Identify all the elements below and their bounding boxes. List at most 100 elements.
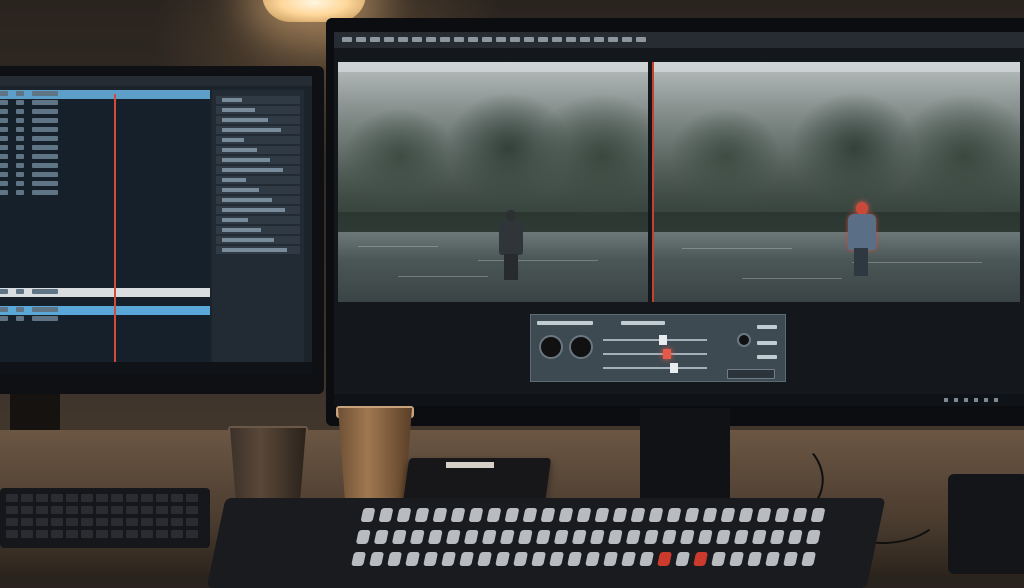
key[interactable] — [51, 518, 63, 526]
video-preview-graded[interactable] — [652, 62, 1020, 302]
mixer-knob[interactable] — [531, 552, 547, 566]
key[interactable] — [6, 518, 18, 526]
menu-item[interactable] — [594, 37, 604, 42]
key[interactable] — [6, 530, 18, 538]
mixer-knob[interactable] — [414, 508, 430, 522]
menu-item[interactable] — [636, 37, 646, 42]
mixer-knob[interactable] — [801, 552, 817, 566]
video-preview-original[interactable] — [338, 62, 648, 302]
mixer-knob[interactable] — [355, 530, 371, 544]
mixer-knob[interactable] — [720, 508, 736, 522]
table-row[interactable] — [0, 90, 210, 99]
property-row[interactable] — [216, 196, 300, 204]
table-row[interactable] — [0, 162, 210, 171]
key[interactable] — [96, 530, 108, 538]
property-row[interactable] — [216, 126, 300, 134]
key[interactable] — [156, 506, 168, 514]
mixer-knob[interactable] — [405, 552, 421, 566]
slider-icon[interactable] — [669, 363, 678, 373]
key[interactable] — [66, 506, 78, 514]
menu-item[interactable] — [538, 37, 548, 42]
menu-item[interactable] — [510, 37, 520, 42]
table-row[interactable] — [0, 189, 210, 198]
key[interactable] — [66, 494, 78, 502]
mixer-knob[interactable] — [738, 508, 754, 522]
mixer-knob[interactable] — [459, 552, 475, 566]
key[interactable] — [66, 530, 78, 538]
property-row[interactable] — [216, 106, 300, 114]
mixer-knob[interactable] — [697, 530, 713, 544]
mixer-knob[interactable] — [567, 552, 583, 566]
property-row[interactable] — [216, 136, 300, 144]
mixer-knob[interactable] — [351, 552, 367, 566]
mixer-knob[interactable] — [666, 508, 682, 522]
menu-item[interactable] — [342, 37, 352, 42]
menu-item[interactable] — [370, 37, 380, 42]
mixer-knob[interactable] — [499, 530, 515, 544]
menu-item[interactable] — [482, 37, 492, 42]
mixer-knob[interactable] — [783, 552, 799, 566]
mixer-knob[interactable] — [495, 552, 511, 566]
key[interactable] — [21, 518, 33, 526]
key[interactable] — [126, 518, 138, 526]
key[interactable] — [141, 518, 153, 526]
property-row[interactable] — [216, 236, 300, 244]
mixer-knob[interactable] — [747, 552, 763, 566]
taskbar-icon[interactable] — [964, 398, 968, 402]
mixer-knob[interactable] — [558, 508, 574, 522]
mixer-knob[interactable] — [715, 530, 731, 544]
table-row[interactable] — [0, 198, 210, 207]
mixer-knob[interactable] — [445, 530, 461, 544]
mixer-knob[interactable] — [378, 508, 394, 522]
mixer-knob[interactable] — [423, 552, 439, 566]
mixer-knob[interactable] — [549, 552, 565, 566]
key[interactable] — [81, 506, 93, 514]
mixer-knob[interactable] — [675, 552, 691, 566]
control-surface[interactable] — [206, 498, 886, 588]
knob-icon[interactable] — [569, 335, 593, 359]
mixer-knob[interactable] — [733, 530, 749, 544]
mixer-knob[interactable] — [774, 508, 790, 522]
table-row[interactable] — [0, 171, 210, 180]
mixer-knob[interactable] — [805, 530, 821, 544]
mixer-knob[interactable] — [409, 530, 425, 544]
mixer-knob[interactable] — [369, 552, 385, 566]
timeline-playhead[interactable] — [114, 94, 116, 374]
key[interactable] — [96, 494, 108, 502]
slider-icon[interactable] — [659, 335, 668, 345]
property-row[interactable] — [216, 216, 300, 224]
table-row[interactable] — [0, 207, 210, 216]
key[interactable] — [36, 506, 48, 514]
mixer-knob[interactable] — [625, 530, 641, 544]
table-row[interactable] — [0, 306, 210, 315]
key[interactable] — [111, 506, 123, 514]
key[interactable] — [36, 494, 48, 502]
property-row[interactable] — [216, 176, 300, 184]
key[interactable] — [111, 494, 123, 502]
mixer-knob[interactable] — [540, 508, 556, 522]
key[interactable] — [141, 506, 153, 514]
table-row[interactable] — [0, 126, 210, 135]
menu-item[interactable] — [468, 37, 478, 42]
table-row[interactable] — [0, 288, 210, 297]
taskbar-icon[interactable] — [954, 398, 958, 402]
key[interactable] — [111, 530, 123, 538]
mixer-knob[interactable] — [432, 508, 448, 522]
table-row[interactable] — [0, 342, 210, 351]
menu-item[interactable] — [356, 37, 366, 42]
mixer-knob[interactable] — [756, 508, 772, 522]
mixer-knob[interactable] — [589, 530, 605, 544]
key[interactable] — [126, 506, 138, 514]
keyboard[interactable] — [0, 488, 210, 548]
table-row[interactable] — [0, 180, 210, 189]
table-row[interactable] — [0, 234, 210, 243]
mixer-knob[interactable] — [427, 530, 443, 544]
mixer-knob[interactable] — [810, 508, 826, 522]
key[interactable] — [186, 506, 198, 514]
mixer-knob[interactable] — [486, 508, 502, 522]
table-row[interactable] — [0, 324, 210, 333]
mixer-knob[interactable] — [468, 508, 484, 522]
menu-item[interactable] — [426, 37, 436, 42]
table-row[interactable] — [0, 279, 210, 288]
table-row[interactable] — [0, 243, 210, 252]
